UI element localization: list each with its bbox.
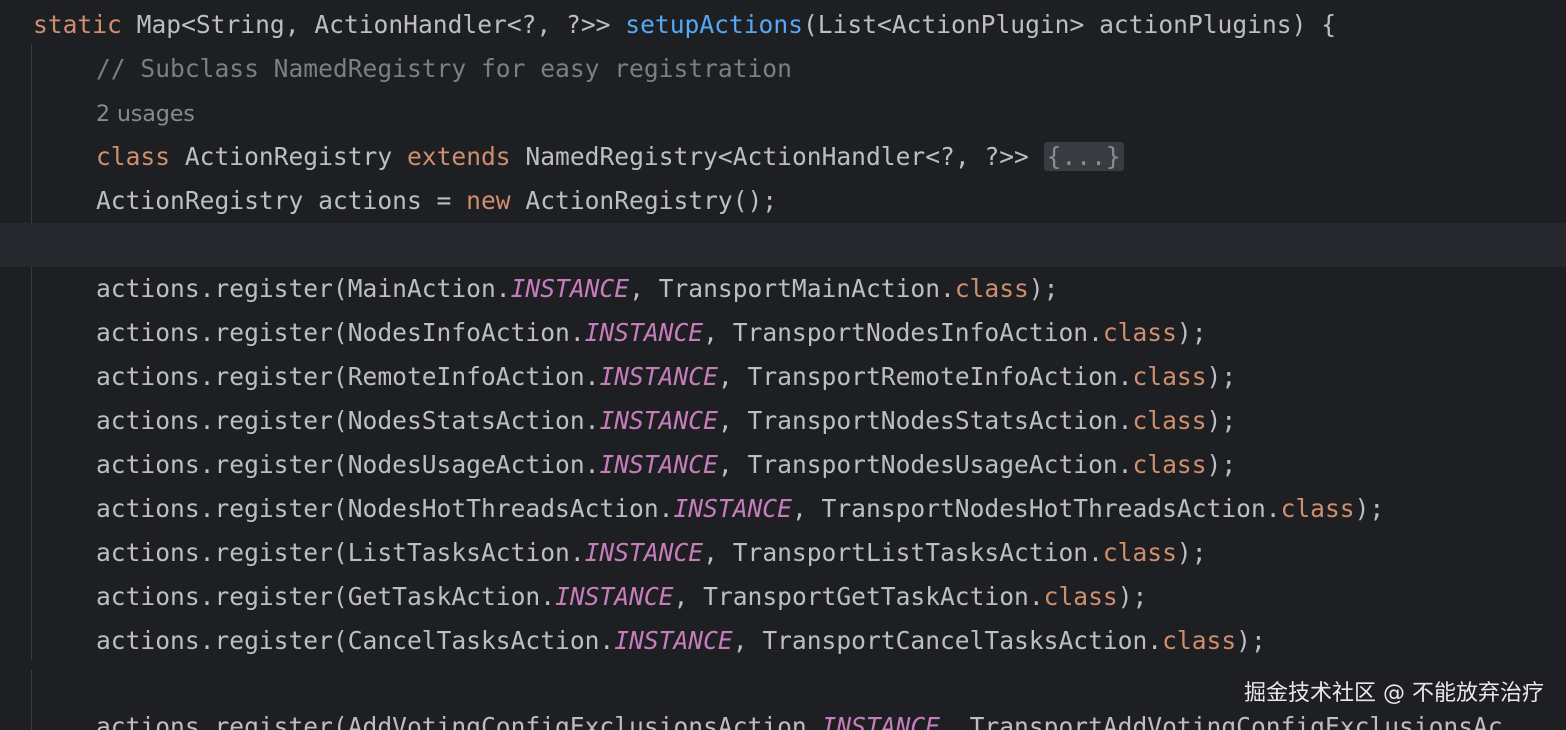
method-name-setup-actions[interactable]: setupActions bbox=[625, 10, 803, 39]
keyword-class: class bbox=[954, 274, 1029, 303]
code-line-1[interactable]: static Map<String, ActionHandler<?, ?>> … bbox=[0, 3, 1566, 47]
comment: // Subclass NamedRegistry for easy regis… bbox=[96, 54, 792, 83]
keyword-class: class bbox=[1132, 406, 1207, 435]
keyword-class: class bbox=[1280, 494, 1355, 523]
current-caret-line[interactable] bbox=[0, 223, 1566, 267]
keyword-class: class bbox=[1102, 538, 1177, 567]
keyword-static: static bbox=[33, 10, 122, 39]
code-text: , TransportRemoteInfoAction. bbox=[717, 362, 1133, 391]
static-field: INSTANCE bbox=[599, 362, 718, 391]
code-text: , TransportNodesInfoAction. bbox=[703, 318, 1103, 347]
code-text: ); bbox=[1354, 494, 1385, 523]
static-field: INSTANCE bbox=[599, 406, 718, 435]
keyword-class: class bbox=[1132, 362, 1207, 391]
keyword-class: class bbox=[1132, 450, 1207, 479]
static-field: INSTANCE bbox=[555, 582, 674, 611]
code-text: Map<String, ActionHandler<?, ?>> bbox=[121, 10, 626, 39]
code-text: , TransportNodesHotThreadsAction. bbox=[791, 494, 1281, 523]
keyword-extends: extends bbox=[406, 142, 511, 171]
code-text: actions.register(NodesHotThreadsAction. bbox=[96, 494, 674, 523]
code-text: ); bbox=[1176, 318, 1207, 347]
code-text: ); bbox=[1117, 582, 1148, 611]
code-text: actions.register(NodesStatsAction. bbox=[96, 406, 600, 435]
code-line-9[interactable]: actions.register(RemoteInfoAction.INSTAN… bbox=[0, 355, 1566, 399]
folded-code-block[interactable]: {...} bbox=[1043, 142, 1124, 171]
code-line-11[interactable]: actions.register(NodesUsageAction.INSTAN… bbox=[0, 443, 1566, 487]
code-line-14[interactable]: actions.register(GetTaskAction.INSTANCE,… bbox=[0, 575, 1566, 619]
code-text: ActionRegistry(); bbox=[510, 186, 778, 215]
static-field: INSTANCE bbox=[614, 626, 733, 655]
code-text: , TransportGetTaskAction. bbox=[673, 582, 1044, 611]
code-text: NamedRegistry<ActionHandler<?, ?>> bbox=[510, 142, 1044, 171]
code-text: ); bbox=[1028, 274, 1059, 303]
code-text: ); bbox=[1206, 362, 1237, 391]
code-line-15[interactable]: actions.register(CancelTasksAction.INSTA… bbox=[0, 619, 1566, 663]
code-text: actions.register(MainAction. bbox=[96, 274, 511, 303]
code-text: , TransportNodesStatsAction. bbox=[717, 406, 1133, 435]
code-text: actions.register(CancelTasksAction. bbox=[96, 626, 615, 655]
code-text: ); bbox=[1206, 450, 1237, 479]
code-text: actions.register(RemoteInfoAction. bbox=[96, 362, 600, 391]
keyword-class: class bbox=[1102, 318, 1177, 347]
watermark-text: 掘金技术社区 @ 不能放弃治疗 bbox=[1244, 681, 1544, 706]
code-text: ActionRegistry actions = bbox=[96, 186, 467, 215]
code-text: actions.register(NodesUsageAction. bbox=[96, 450, 600, 479]
code-line-13[interactable]: actions.register(ListTasksAction.INSTANC… bbox=[0, 531, 1566, 575]
code-text: actions.register(NodesInfoAction. bbox=[96, 318, 585, 347]
code-text: , TransportNodesUsageAction. bbox=[717, 450, 1133, 479]
code-text: ); bbox=[1176, 538, 1207, 567]
code-line-12[interactable]: actions.register(NodesHotThreadsAction.I… bbox=[0, 487, 1566, 531]
code-text: ); bbox=[1206, 406, 1237, 435]
code-line-4[interactable]: class ActionRegistry extends NamedRegist… bbox=[0, 135, 1566, 179]
code-text: actions.register(AddVotingConfigExclusio… bbox=[96, 712, 822, 730]
static-field: INSTANCE bbox=[584, 318, 704, 347]
code-line-7[interactable]: actions.register(MainAction.INSTANCE, Tr… bbox=[0, 267, 1566, 311]
keyword-class: class bbox=[96, 142, 171, 171]
keyword-class: class bbox=[1043, 582, 1118, 611]
code-text: , TransportCancelTasksAction. bbox=[732, 626, 1163, 655]
code-text: ActionRegistry bbox=[170, 142, 407, 171]
code-text: , TransportListTasksAction. bbox=[703, 538, 1103, 567]
code-line-8[interactable]: actions.register(NodesInfoAction.INSTANC… bbox=[0, 311, 1566, 355]
static-field: INSTANCE bbox=[599, 450, 718, 479]
static-field: INSTANCE bbox=[673, 494, 792, 523]
static-field: INSTANCE bbox=[821, 712, 940, 730]
code-text: (List<ActionPlugin> actionPlugins) { bbox=[802, 10, 1337, 39]
code-text: , TransportMainAction. bbox=[629, 274, 955, 303]
code-line-2[interactable]: // Subclass NamedRegistry for easy regis… bbox=[0, 47, 1566, 91]
usages-inlay-hint[interactable]: 2 usages bbox=[96, 102, 195, 127]
code-text: actions.register(ListTasksAction. bbox=[96, 538, 585, 567]
code-text: actions.register(GetTaskAction. bbox=[96, 582, 556, 611]
static-field: INSTANCE bbox=[584, 538, 704, 567]
code-line-10[interactable]: actions.register(NodesStatsAction.INSTAN… bbox=[0, 399, 1566, 443]
keyword-new: new bbox=[466, 186, 511, 215]
code-editor[interactable]: static Map<String, ActionHandler<?, ?>> … bbox=[0, 0, 1566, 730]
keyword-class: class bbox=[1162, 626, 1237, 655]
usages-hint-line: 2 usages bbox=[0, 91, 1566, 135]
static-field: INSTANCE bbox=[510, 274, 630, 303]
code-line-5[interactable]: ActionRegistry actions = new ActionRegis… bbox=[0, 179, 1566, 223]
code-text: ); bbox=[1236, 626, 1266, 655]
